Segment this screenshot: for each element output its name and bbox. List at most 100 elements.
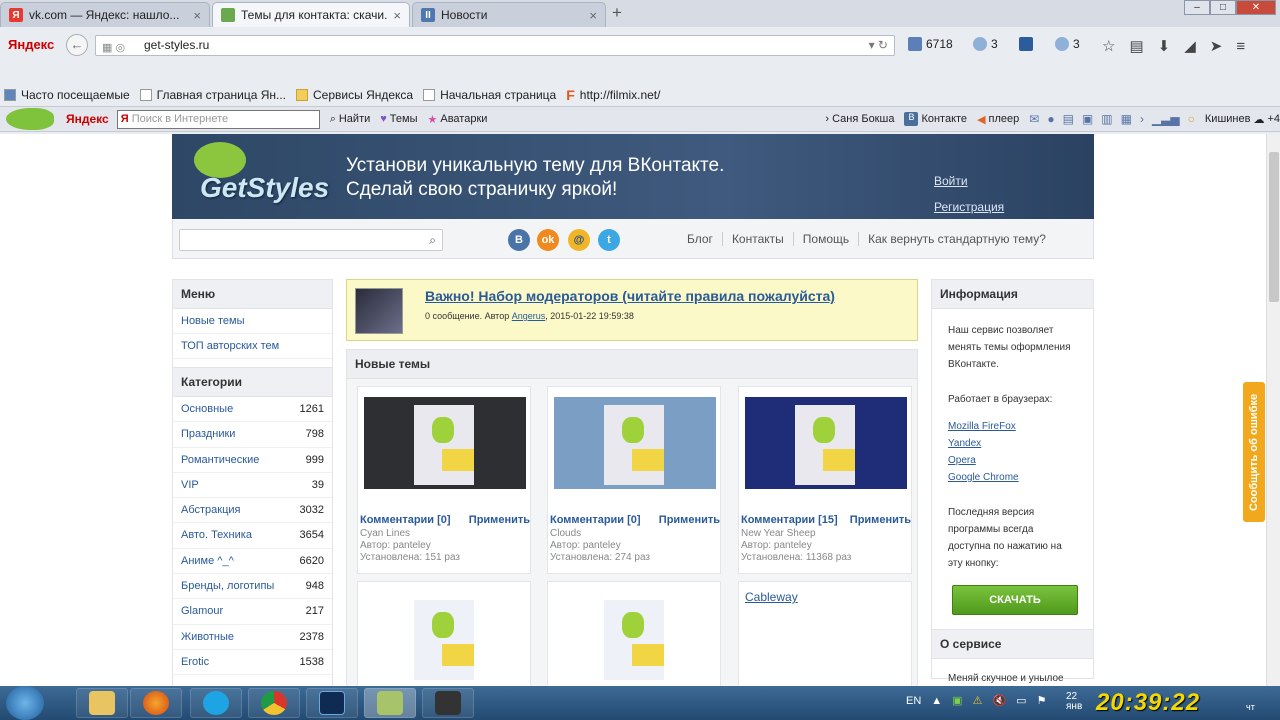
category-item[interactable]: VIP 39 [173,473,332,499]
vk-button[interactable]: B Контакте [904,112,967,126]
star-icon[interactable]: ☆ [1102,37,1115,55]
tab-news[interactable]: II Новости × [412,2,606,27]
envelope-icon[interactable]: ✉ [1029,112,1039,126]
bookmark-filmix[interactable]: Fhttp://filmix.net/ [566,87,660,103]
new-tab-button[interactable]: + [612,3,622,23]
bookmark-yandex-services[interactable]: Сервисы Яндекса [296,88,413,102]
bookmark-start-page[interactable]: Начальная страница [423,88,556,102]
volume-muted-icon[interactable]: 🔇 [992,694,1006,707]
taskbar-explorer[interactable] [76,688,128,718]
login-link[interactable]: Войти [934,174,968,188]
mail-button[interactable]: 6718 [908,37,953,51]
feedback-tab[interactable]: Сообщить об ошибке [1243,382,1265,522]
twitter-icon[interactable]: t [598,229,620,251]
scrollbar-thumb[interactable] [1269,152,1279,302]
apply-button[interactable]: Применить [469,514,530,526]
flag-icon[interactable]: ⚑ [1037,694,1047,707]
bookmark-yandex-home[interactable]: Главная страница Ян... [139,88,286,102]
nav-contacts[interactable]: Контакты [721,232,793,246]
theme-preview[interactable] [554,592,716,686]
tray-chevron-icon[interactable]: ▲ [931,695,942,707]
weather-button[interactable]: 3 [973,37,998,51]
minimize-button[interactable]: – [1184,0,1210,15]
chat-icon[interactable]: ○ [1188,112,1195,126]
user-button[interactable]: › Саня Бокша [825,113,894,125]
category-item[interactable]: Праздники 798 [173,422,332,448]
category-item[interactable]: Аниме ^_^ 6620 [173,549,332,575]
clipboard-icon[interactable]: ▤ [1129,37,1143,55]
address-bar[interactable]: ▦ ◎ get-styles.ru ▾ ↻ [95,35,895,56]
mailru-icon[interactable]: @ [568,229,590,251]
download-icon[interactable]: ⬇ [1158,37,1171,55]
window-close-button[interactable]: ✕ [1236,0,1276,15]
warning-icon[interactable]: ⚠ [973,694,983,707]
close-tab-icon[interactable]: × [393,8,401,23]
taskbar-firefox[interactable] [130,688,182,718]
weather2-button[interactable]: 3 [1055,37,1080,51]
close-tab-icon[interactable]: × [589,8,597,23]
yandex-link[interactable]: Yandex [932,435,1093,452]
comments-link[interactable]: Комментарии [0] [360,514,451,526]
clock[interactable]: 20:39:22 [1096,689,1200,717]
theme-preview[interactable] [554,397,716,489]
avatars-button[interactable]: ★ Аватарки [427,113,487,126]
firefox-link[interactable]: Mozilla FireFox [932,418,1093,435]
network-icon[interactable]: ▭ [1016,694,1026,707]
theme-card[interactable] [547,581,721,686]
notice-author-link[interactable]: Angerus [512,311,546,321]
signal-icon[interactable]: ▁▃▅ [1152,112,1180,126]
start-button[interactable] [6,686,44,720]
comments-link[interactable]: Комментарии [15] [741,514,838,526]
theme-preview[interactable] [745,397,907,489]
tray-app-icon[interactable]: ▣ [952,694,962,707]
theme-card[interactable]: Комментарии [0] Применить Clouds Автор: pan… [547,386,721,574]
chrome-link[interactable]: Google Chrome [932,469,1093,486]
maximize-button[interactable]: □ [1210,0,1236,15]
category-item[interactable]: Основные 1261 [173,397,332,423]
category-item[interactable]: Erotic 1538 [173,650,332,676]
category-item[interactable]: Бренды, логотипы 948 [173,574,332,600]
player-button[interactable]: ◀ плеер [977,113,1019,126]
yandex-bar-logo[interactable]: Яндекс [66,112,109,126]
language-indicator[interactable]: EN [906,695,921,707]
page-scrollbar[interactable] [1266,134,1280,686]
home-icon[interactable]: ◢ [1184,37,1196,55]
menu-icon[interactable]: ≡ [1236,38,1245,55]
category-item[interactable]: Glamour 217 [173,599,332,625]
nav-help[interactable]: Помощь [792,232,858,246]
apply-button[interactable]: Применить [659,514,720,526]
theme-preview[interactable] [364,592,526,686]
camera-icon[interactable]: ▣ [1082,112,1093,126]
send-icon[interactable]: ➤ [1210,37,1223,55]
taskbar-getstyles[interactable] [364,688,416,718]
tab-getstyles[interactable]: Темы для контакта: скачи... × [212,2,410,27]
theme-card[interactable]: Cableway [738,581,912,686]
reload-icon[interactable]: ▾ ↻ [869,36,888,55]
close-tab-icon[interactable]: × [193,8,201,23]
odnoklassniki-icon[interactable]: ok [537,229,559,251]
taskbar-skype[interactable] [190,688,242,718]
category-item[interactable]: Животные 2378 [173,625,332,650]
film-icon[interactable]: ▥ [1101,112,1112,126]
weather-widget[interactable]: Кишинев ☁ +4 [1205,113,1280,126]
page-icon[interactable]: ▦ [1121,112,1132,126]
tab-vk-search[interactable]: Я vk.com — Яндекс: нашло... × [0,2,210,27]
theme-card[interactable] [357,581,531,686]
theme-title-link[interactable]: Cableway [745,590,798,604]
category-item[interactable]: Романтические 999 [173,448,332,473]
taskbar-chrome[interactable] [248,688,300,718]
menu-item-new-themes[interactable]: Новые темы [173,309,332,334]
comments-link[interactable]: Комментарии [0] [550,514,641,526]
theme-card[interactable]: Комментарии [15] Применить New Year Sheep А… [738,386,912,574]
nav-restore-theme[interactable]: Как вернуть стандартную тему? [858,232,1055,246]
category-item[interactable]: Авто. Техника 3654 [173,523,332,549]
apply-button[interactable]: Применить [850,514,911,526]
themes-button[interactable]: ♥ Темы [380,113,417,125]
nav-blog[interactable]: Блог [678,232,722,246]
site-logo[interactable]: GetStyles [200,172,329,204]
search-icon[interactable]: ⌕ [429,233,436,248]
register-link[interactable]: Регистрация [934,200,1004,214]
download-button[interactable]: СКАЧАТЬ [952,585,1078,615]
chevron-right-icon[interactable]: › [1140,112,1144,126]
bookmark-frequent[interactable]: Часто посещаемые [4,88,130,102]
